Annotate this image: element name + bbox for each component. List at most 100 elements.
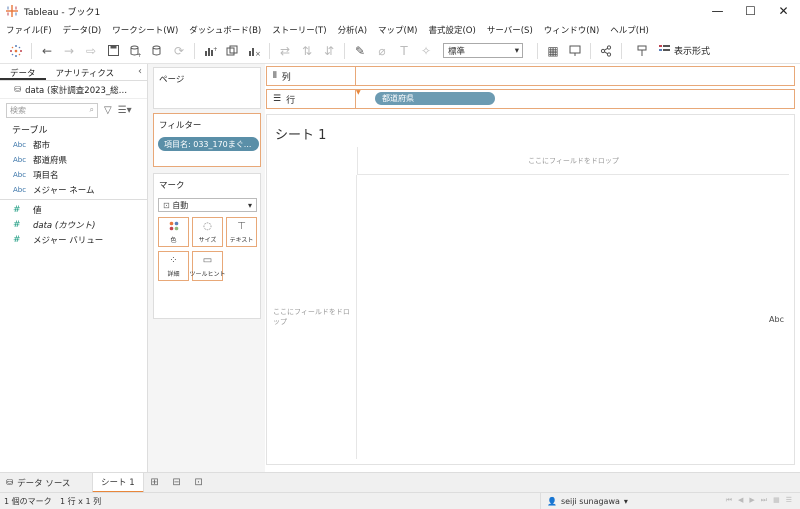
mark-type-select[interactable]: ⊡ 自動 ▾	[158, 198, 257, 212]
view-options-icon[interactable]: ☰▾	[118, 105, 132, 116]
number-type-icon: #	[13, 204, 21, 215]
label-label: テキスト	[229, 236, 254, 244]
menu-analysis[interactable]: 分析(A)	[338, 24, 367, 36]
new-dashboard-icon[interactable]: ⊟	[166, 473, 188, 493]
maximize-button[interactable]: ☐	[734, 0, 767, 22]
drop-zone-left[interactable]: ここにフィールドをドロップ	[273, 175, 357, 459]
detail-button[interactable]: ⁘ 詳細	[158, 251, 189, 281]
replay-icon[interactable]: ⇨	[83, 41, 99, 61]
search-input[interactable]: 検索 ⌕	[6, 102, 98, 118]
size-label: サイズ	[198, 236, 217, 244]
sort-descending-icon[interactable]: ⇵	[321, 41, 337, 61]
menu-dashboard[interactable]: ダッシュボード(B)	[189, 24, 261, 36]
field-label: 項目名	[33, 170, 59, 181]
filters-card[interactable]: フィルター 項目名: 033_170まぐ...	[153, 113, 261, 167]
cards-column: ページ フィルター 項目名: 033_170まぐ... マーク ⊡ 自動 ▾ 色…	[148, 64, 265, 472]
title-bar: Tableau - ブック1 — ☐ ✕	[0, 0, 800, 22]
window-title: Tableau - ブック1	[24, 7, 101, 18]
tab-data[interactable]: データ	[0, 64, 46, 80]
sort-ascending-icon[interactable]: ⇅	[299, 41, 315, 61]
prev-sheet-icon[interactable]: ◀	[738, 496, 743, 505]
undo-icon[interactable]: ←	[39, 41, 55, 61]
field-item[interactable]: Abc 都道府県	[0, 152, 147, 167]
field-label: 都市	[33, 140, 51, 151]
grid-view-icon[interactable]: ▦	[773, 496, 780, 505]
number-type-icon: #	[13, 219, 21, 230]
field-label: data (カウント)	[33, 220, 96, 231]
chevron-down-icon: ▾	[623, 496, 628, 506]
fit-select[interactable]: 標準 ▾	[443, 43, 523, 58]
pin-icon[interactable]: ✧	[418, 41, 434, 61]
swap-icon[interactable]: ⇄	[277, 41, 293, 61]
new-datasource-icon[interactable]: +	[127, 41, 143, 61]
field-item[interactable]: Abc 項目名	[0, 167, 147, 182]
menu-format[interactable]: 書式設定(O)	[428, 24, 475, 36]
menu-story[interactable]: ストーリー(T)	[272, 24, 326, 36]
user-menu[interactable]: 👤 seiji sunagawa ▾	[540, 493, 630, 509]
menu-data[interactable]: データ(D)	[63, 24, 102, 36]
field-item[interactable]: # メジャー バリュー	[0, 232, 147, 247]
pause-datasource-icon[interactable]	[149, 41, 165, 61]
tab-sheet-1[interactable]: シート 1	[92, 472, 144, 493]
label-button[interactable]: ⊤ テキスト	[226, 217, 257, 247]
sheet-tab-bar: ⛁ データ ソース シート 1 ⊞ ⊟ ⊡	[0, 472, 800, 493]
save-icon[interactable]	[105, 41, 121, 61]
highlight-icon[interactable]: ✎	[352, 41, 368, 61]
label-icon[interactable]: T	[396, 41, 412, 61]
refresh-icon[interactable]: ⟳	[171, 41, 187, 61]
tab-analytics[interactable]: アナリティクス	[46, 64, 125, 80]
datasource-name: data (家計調査2023_総…	[25, 85, 128, 96]
pages-header: ページ	[159, 75, 185, 85]
rows-shelf-label: ☰ 行	[267, 90, 356, 108]
list-view-icon[interactable]: ☰	[786, 496, 792, 505]
presenter-icon[interactable]	[634, 41, 650, 61]
user-icon: 👤	[547, 496, 557, 506]
datasource-item[interactable]: ⛁ data (家計調査2023_総…	[0, 81, 147, 99]
menu-help[interactable]: ヘルプ(H)	[610, 24, 649, 36]
size-button[interactable]: ◌ サイズ	[192, 217, 223, 247]
show-me-button[interactable]: 表示形式	[659, 44, 710, 57]
clear-sheet-icon[interactable]: ×	[246, 41, 262, 61]
field-item[interactable]: # data (カウント)	[0, 217, 147, 232]
first-sheet-icon[interactable]: ⏮	[726, 496, 732, 505]
tab-datasource[interactable]: ⛁ データ ソース	[0, 473, 92, 493]
columns-label: 列	[281, 72, 291, 83]
fit-select-value: 標準	[448, 46, 466, 57]
next-sheet-icon[interactable]: ▶	[749, 496, 754, 505]
new-worksheet-icon[interactable]: ⊞	[144, 473, 166, 493]
close-button[interactable]: ✕	[767, 0, 800, 22]
tables-header: テーブル	[12, 125, 48, 136]
rows-shelf[interactable]: ☰ 行 ▼ 都道府県	[266, 89, 795, 109]
tableau-home-icon[interactable]	[8, 41, 24, 61]
drop-zone-top[interactable]: ここにフィールドをドロップ	[357, 147, 789, 175]
share-icon[interactable]	[598, 41, 614, 61]
tooltip-button[interactable]: ▭ ツールヒント	[190, 251, 226, 281]
pages-card[interactable]: ページ	[153, 67, 261, 109]
duplicate-icon[interactable]	[224, 41, 240, 61]
abc-mark[interactable]: Abc	[769, 315, 784, 324]
sheet-title[interactable]: シート 1	[275, 124, 326, 143]
svg-text:×: ×	[255, 50, 261, 57]
new-story-icon[interactable]: ⊡	[188, 473, 210, 493]
filter-icon[interactable]: ▽	[104, 105, 112, 116]
show-cards-icon[interactable]: ▦	[545, 41, 561, 61]
row-pill[interactable]: 都道府県	[375, 92, 495, 105]
last-sheet-icon[interactable]: ⏭	[761, 496, 767, 505]
collapse-icon[interactable]: ‹	[138, 66, 142, 77]
menu-file[interactable]: ファイル(F)	[6, 24, 52, 36]
menu-worksheet[interactable]: ワークシート(W)	[112, 24, 178, 36]
group-icon[interactable]: ⌀	[374, 41, 390, 61]
menu-map[interactable]: マップ(M)	[378, 24, 417, 36]
filter-pill[interactable]: 項目名: 033_170まぐ...	[158, 137, 259, 151]
minimize-button[interactable]: —	[701, 0, 734, 22]
menu-server[interactable]: サーバー(S)	[487, 24, 533, 36]
color-button[interactable]: 色	[158, 217, 189, 247]
field-item[interactable]: Abc メジャー ネーム	[0, 182, 147, 197]
presentation-icon[interactable]	[567, 41, 583, 61]
columns-shelf[interactable]: ⫴ 列	[266, 66, 795, 86]
menu-window[interactable]: ウィンドウ(N)	[544, 24, 600, 36]
field-item[interactable]: Abc 都市	[0, 137, 147, 152]
field-item[interactable]: # 値	[0, 202, 147, 217]
new-worksheet-icon[interactable]: +	[202, 41, 218, 61]
redo-icon[interactable]: →	[61, 41, 77, 61]
